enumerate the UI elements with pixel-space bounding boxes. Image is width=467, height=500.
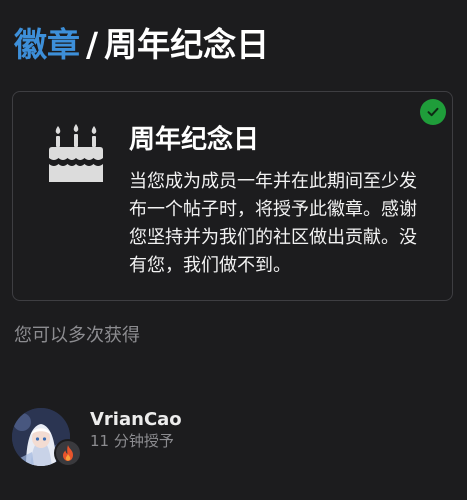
page-title: 周年纪念日 xyxy=(104,25,270,64)
repeat-grant-note: 您可以多次获得 xyxy=(14,325,140,346)
check-icon xyxy=(420,99,446,125)
badge-card: 周年纪念日 当您成为成员一年并在此期间至少发布一个帖子时，将授予此徽章。感谢您坚… xyxy=(12,91,453,301)
granted-time: 11 分钟授予 xyxy=(90,432,174,450)
breadcrumb-separator: / xyxy=(86,25,99,64)
badge-title: 周年纪念日 xyxy=(129,125,260,155)
grantee-entry: VrianCao 11 分钟授予 xyxy=(12,405,452,469)
badge-page: 徽章 / 周年纪念日 周年纪念日 当您成为成员一年并在此期间至少发布一个帖子时，… xyxy=(0,0,467,500)
badge-description: 当您成为成员一年并在此期间至少发布一个帖子时，将授予此徽章。感谢您坚持并为我们的… xyxy=(129,171,417,276)
birthday-cake-icon xyxy=(47,122,105,184)
breadcrumb-badges-link[interactable]: 徽章 xyxy=(14,25,80,64)
breadcrumb: 徽章 / 周年纪念日 xyxy=(14,18,269,72)
flame-icon xyxy=(54,439,82,467)
